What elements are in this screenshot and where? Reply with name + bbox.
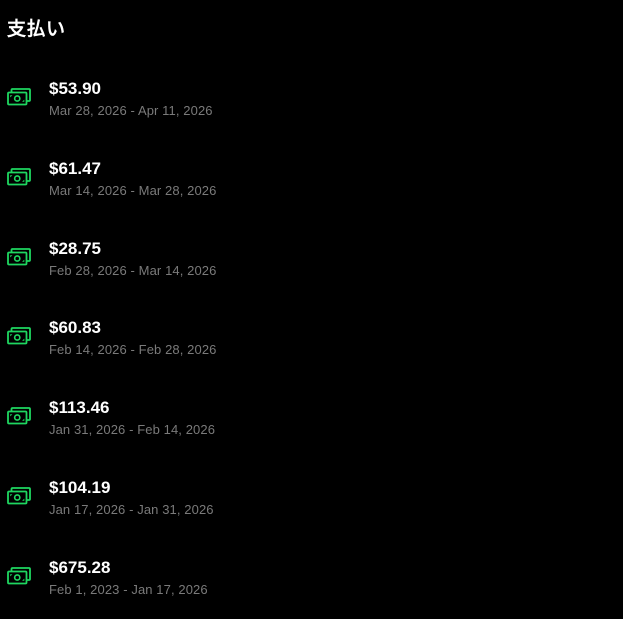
cash-icon	[7, 407, 31, 425]
payment-period: Feb 14, 2026 - Feb 28, 2026	[49, 342, 217, 358]
payment-amount: $113.46	[49, 398, 110, 418]
page-title: 支払い	[7, 18, 66, 40]
payment-amount: $60.83	[49, 318, 101, 338]
payment-amount: $53.90	[49, 79, 101, 98]
cash-icon	[7, 167, 31, 186]
payment-amount: $675.28	[49, 557, 111, 577]
cash-icon	[7, 566, 31, 585]
payment-period: Jan 17, 2026 - Jan 31, 2026	[49, 501, 214, 517]
payment-amount: $28.75	[49, 238, 101, 258]
payment-amount: $61.47	[49, 158, 101, 178]
cash-icon	[7, 88, 31, 106]
payment-item[interactable]: $104.19 Jan 17, 2026 - Jan 31, 2026	[0, 459, 623, 539]
cash-icon	[7, 247, 31, 266]
payment-item[interactable]: $675.28 Feb 1, 2023 - Jan 17, 2026	[0, 539, 623, 619]
payment-period: Feb 28, 2026 - Mar 14, 2026	[49, 262, 217, 278]
payment-item[interactable]: $60.83 Feb 14, 2026 - Feb 28, 2026	[0, 299, 623, 379]
payment-period: Jan 31, 2026 - Feb 14, 2026	[49, 422, 216, 438]
payment-item[interactable]: $61.47 Mar 14, 2026 - Mar 28, 2026	[0, 140, 623, 220]
payment-item[interactable]: $113.46 Jan 31, 2026 - Feb 14, 2026	[0, 379, 623, 459]
payment-item[interactable]: $28.75 Feb 28, 2026 - Mar 14, 2026	[0, 220, 623, 300]
cash-icon	[7, 487, 31, 505]
payment-period: Mar 14, 2026 - Mar 28, 2026	[49, 182, 217, 198]
cash-icon	[7, 327, 31, 345]
payment-item[interactable]: $53.90 Mar 28, 2026 - Apr 11, 2026	[0, 60, 623, 140]
payment-amount: $104.19	[49, 477, 111, 497]
payment-period: Mar 28, 2026 - Apr 11, 2026	[49, 103, 213, 118]
payment-period: Feb 1, 2023 - Jan 17, 2026	[49, 581, 208, 597]
payment-list: $53.90 Mar 28, 2026 - Apr 11, 2026 $61.4…	[0, 60, 623, 619]
